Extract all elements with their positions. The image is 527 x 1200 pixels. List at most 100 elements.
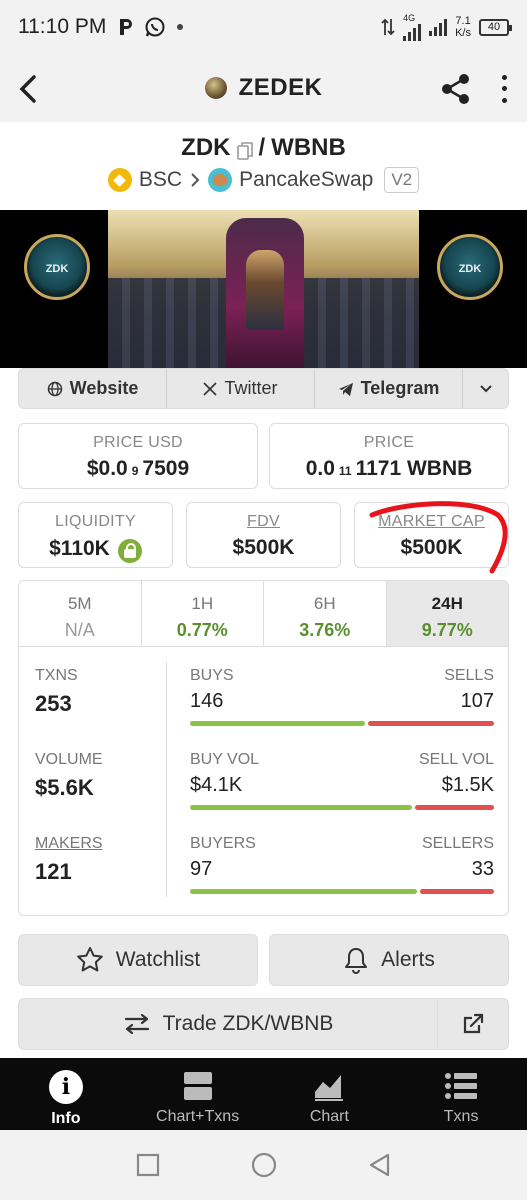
alerts-button[interactable]: Alerts [269, 934, 509, 986]
tab-6h[interactable]: 6H 3.76% [264, 581, 387, 646]
nav-chart-label: Chart [309, 1108, 349, 1125]
fdv-value: $500K [232, 536, 295, 559]
more-links-dropdown[interactable] [463, 369, 508, 408]
globe-icon [47, 381, 62, 396]
liquidity-box: LIQUIDITY $110K [18, 502, 173, 568]
token-logo-icon [204, 77, 227, 99]
bottom-nav: i Info Chart+Txns Chart Txns [0, 1058, 527, 1130]
twitter-label: Twitter [224, 378, 278, 398]
nav-info[interactable]: i Info [0, 1058, 132, 1130]
network-speed: 7.1 K/s [455, 15, 471, 39]
timeframe-tabs: 5M N/A 1H 0.77% 6H 3.76% 24H 9.77% [19, 581, 508, 647]
buys-label: BUYS [190, 667, 234, 684]
sell-vol-bar-fill [414, 805, 494, 810]
buyers-label: BUYERS [190, 835, 256, 852]
sell-vol-label: SELL VOL [418, 751, 494, 768]
liquidity-value-row: $110K [19, 536, 172, 563]
fdv-label[interactable]: FDV [187, 513, 340, 531]
sells-value: 107 [460, 690, 494, 712]
price-native-digits: 1171 WBNB [355, 457, 473, 480]
network-type: 4G [403, 12, 416, 23]
nav-txns-label: Txns [443, 1108, 479, 1125]
app-header: ZEDEK [0, 54, 527, 122]
telegram-link[interactable]: Telegram [315, 369, 463, 408]
medal-text-right: ZDK [458, 263, 482, 275]
tab-1h[interactable]: 1H 0.77% [142, 581, 264, 646]
makers-value: 121 [35, 859, 72, 884]
liquidity-label: LIQUIDITY [55, 513, 136, 530]
home-button[interactable] [250, 1151, 278, 1179]
external-link-icon [463, 1013, 484, 1034]
website-link[interactable]: Website [19, 369, 167, 408]
price-native-box: PRICE 0.0 11 1171 WBNB [269, 423, 509, 489]
buyers-bar [190, 889, 494, 894]
buyers-bar-fill [190, 889, 417, 894]
dot-icon [177, 24, 184, 30]
nav-chart[interactable]: Chart [264, 1058, 396, 1130]
dex-name[interactable]: PancakeSwap [239, 168, 373, 192]
bsc-icon [107, 168, 132, 192]
buyers-sellers-split: BUYERS SELLERS 97 33 [190, 835, 494, 894]
token-banner: ZDK ZDK [0, 210, 527, 368]
external-trade-button[interactable] [437, 998, 509, 1050]
tab-24h-label: 24H [431, 594, 463, 613]
price-native-prefix: 0.0 [305, 457, 335, 480]
volume-label: VOLUME [35, 751, 103, 768]
tab-6h-label: 6H [313, 594, 336, 613]
lock-icon[interactable] [117, 539, 142, 563]
p-app-icon [120, 19, 133, 35]
share-button[interactable] [440, 72, 472, 106]
chain-name[interactable]: BSC [139, 168, 182, 192]
tab-24h-change: 9.77% [421, 620, 473, 640]
volume-bar [190, 805, 494, 810]
sell-vol-value: $1.5K [441, 774, 494, 796]
tab-24h[interactable]: 24H 9.77% [386, 581, 508, 646]
tab-6h-change: 3.76% [299, 620, 351, 640]
watchlist-label: Watchlist [115, 948, 201, 971]
nav-txns[interactable]: Txns [395, 1058, 527, 1130]
stats-body: TXNS 253 VOLUME $5.6K MAKERS 121 BUYS SEL… [19, 647, 508, 915]
price-usd-label: PRICE USD [93, 434, 183, 451]
trade-button[interactable]: Trade ZDK/WBNB [18, 998, 438, 1050]
zdk-medal-left: ZDK [24, 234, 90, 300]
medal-text-left: ZDK [45, 263, 69, 275]
sells-label: SELLS [444, 667, 494, 684]
buys-bar-fill [190, 721, 366, 726]
more-options-button[interactable] [496, 72, 512, 106]
makers-label[interactable]: MAKERS [35, 835, 103, 853]
timeframe-stats: 5M N/A 1H 0.77% 6H 3.76% 24H 9.77% TXNS … [18, 580, 509, 916]
dex-version-badge: V2 [384, 167, 420, 193]
website-label: Website [69, 378, 139, 398]
tab-5m[interactable]: 5M N/A [19, 581, 142, 646]
nav-chart-txns[interactable]: Chart+Txns [132, 1058, 264, 1130]
nav-info-label: Info [51, 1110, 81, 1127]
signal-icon [429, 18, 448, 36]
status-time: 11:10 PM [18, 15, 107, 38]
zdk-medal-right: ZDK [437, 234, 503, 300]
banner-image [108, 210, 419, 368]
share-icon [442, 74, 469, 104]
x-icon [203, 381, 218, 396]
back-nav-button[interactable] [367, 1152, 393, 1178]
fdv-box: FDV $500K [186, 502, 341, 568]
watchlist-button[interactable]: Watchlist [18, 934, 258, 986]
info-icon: i [48, 1070, 83, 1104]
battery-level: 40 [487, 20, 501, 33]
speed-value: 7.1 [455, 15, 471, 27]
tab-1h-label: 1H [191, 594, 214, 613]
pair-separator: / [258, 134, 266, 161]
volume-value: $5.6K [35, 775, 94, 800]
swap-arrows-icon [124, 1013, 149, 1035]
buys-value: 146 [190, 690, 224, 712]
price-usd-digits: 7509 [142, 457, 190, 480]
twitter-link[interactable]: Twitter [167, 369, 315, 408]
recents-button[interactable] [135, 1152, 161, 1178]
makers-stat: MAKERS 121 [35, 835, 103, 885]
volume-stat: VOLUME $5.6K [35, 751, 103, 801]
price-usd-box: PRICE USD $0.0 9 7509 [18, 423, 258, 489]
sellers-value: 33 [471, 858, 494, 880]
copy-icon[interactable] [236, 139, 253, 160]
buy-vol-value: $4.1K [190, 774, 243, 796]
buy-vol-bar-fill [190, 805, 412, 810]
price-usd-zeros: 9 [131, 464, 139, 478]
